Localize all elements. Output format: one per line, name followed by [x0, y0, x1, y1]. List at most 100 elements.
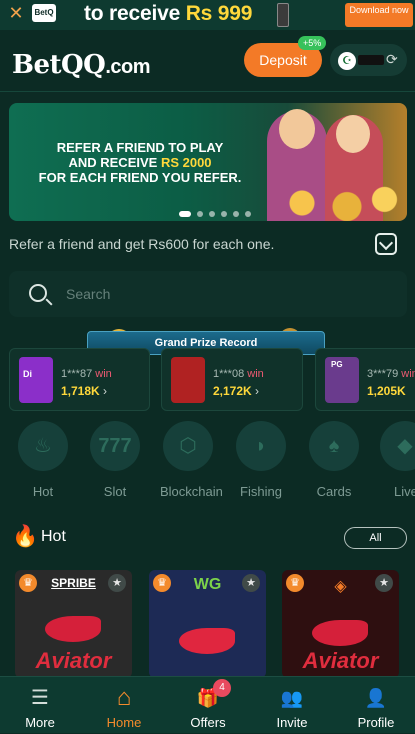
carousel-dot[interactable]: [179, 211, 191, 217]
slot-777-icon: 777: [98, 435, 132, 457]
logo-main: BetQQ: [12, 50, 106, 80]
winner-user-id: 1***08: [213, 368, 245, 380]
game-card-aviator[interactable]: ◈ Aviator ♛ ★: [282, 570, 399, 678]
banner-line-1: REFER A FRIEND TO PLAY: [56, 140, 224, 155]
category-label: Slot: [103, 484, 127, 499]
favorite-star-icon[interactable]: ★: [375, 574, 393, 592]
thumb-label: Di: [23, 369, 32, 379]
favorite-star-icon[interactable]: ★: [108, 574, 126, 592]
nav-invite[interactable]: 👥 Invite: [257, 677, 327, 734]
carousel-dot[interactable]: [197, 211, 203, 217]
nav-label: More: [25, 715, 55, 730]
search-placeholder: Search: [66, 286, 111, 302]
winner-user: 1***08 win: [213, 368, 264, 380]
winner-user-id: 3***79: [367, 368, 399, 380]
nav-label: Invite: [276, 715, 308, 730]
airplane-icon: [312, 620, 368, 646]
category-hot[interactable]: ♨ Hot: [15, 421, 71, 499]
pakistan-flag-icon: ☪: [338, 52, 356, 70]
winner-amount-value: 2,172K: [213, 384, 252, 398]
winner-amount: 2,172K ›: [213, 384, 259, 398]
banner-amount: RS 2000: [160, 155, 212, 170]
winner-card[interactable]: 1***08 win 2,172K ›: [161, 348, 303, 411]
mail-open-icon[interactable]: [375, 233, 397, 255]
category-circle: ♠: [309, 421, 359, 471]
invite-users-icon: 👥: [280, 688, 304, 708]
bottom-nav: ☰ More ⌂ Home 🎁 4 Offers 👥 Invite 👤 Prof…: [0, 676, 415, 733]
category-live[interactable]: ◆ Live: [380, 421, 415, 499]
category-label: Live: [394, 484, 415, 499]
refer-text: Refer a friend and get Rs600 for each on…: [9, 236, 275, 252]
section-title: Hot: [41, 528, 66, 545]
category-circle: ◗: [236, 421, 286, 471]
carousel-dot[interactable]: [221, 211, 227, 217]
winner-user: 3***79 win: [367, 368, 415, 380]
home-icon: ⌂: [116, 684, 132, 711]
category-circle: ⬡: [163, 421, 213, 471]
promo-strip: ✕ BetQ to receive Rs 999 Download now: [0, 0, 415, 30]
nav-home[interactable]: ⌂ Home: [89, 677, 159, 734]
promo-text-prefix: to receive: [84, 2, 186, 25]
phone-icon: [277, 3, 289, 27]
close-icon[interactable]: ✕: [8, 4, 24, 22]
game-title: Aviator: [35, 648, 112, 673]
search-input[interactable]: Search: [9, 271, 407, 317]
category-label: Hot: [32, 484, 54, 499]
thumb-label: PG: [331, 360, 343, 369]
nav-label: Offers: [190, 715, 226, 730]
nav-more[interactable]: ☰ More: [5, 677, 75, 734]
game-card-aviator[interactable]: SPRIBE Aviator ♛ ★: [15, 570, 132, 678]
winner-amount-value: 1,205K: [367, 384, 406, 398]
win-label: win: [401, 368, 415, 380]
notification-badge: 4: [213, 679, 231, 697]
carousel-dot[interactable]: [209, 211, 215, 217]
winner-user: 1***87 win: [61, 368, 112, 380]
favorite-star-icon[interactable]: ★: [242, 574, 260, 592]
profile-icon: 👤: [364, 688, 388, 708]
winner-card[interactable]: Di 1***87 win 1,718K ›: [9, 348, 150, 411]
promo-banner[interactable]: REFER A FRIEND TO PLAY AND RECEIVE RS 20…: [9, 103, 407, 221]
category-cards[interactable]: ♠ Cards: [306, 421, 362, 499]
promo-text: to receive Rs 999: [84, 2, 252, 26]
winner-amount-value: 1,718K: [61, 384, 100, 398]
winner-amount: 1,205K: [367, 384, 406, 398]
category-label: Fishing: [240, 484, 282, 499]
refresh-icon[interactable]: ⟳: [386, 51, 402, 67]
winner-user-id: 1***87: [61, 368, 93, 380]
logo-suffix: .com: [105, 56, 151, 78]
winner-card[interactable]: PG 3***79 win 1,205K: [315, 348, 415, 411]
category-fishing[interactable]: ◗ Fishing: [233, 421, 289, 499]
nav-profile[interactable]: 👤 Profile: [341, 677, 411, 734]
win-label: win: [247, 368, 264, 380]
carousel-dots[interactable]: [179, 211, 251, 217]
banner-text: REFER A FRIEND TO PLAY AND RECEIVE RS 20…: [25, 140, 255, 185]
game-thumbnail: [171, 357, 205, 403]
airplane-icon: [45, 616, 101, 642]
banner-line-3: FOR EACH FRIEND YOU REFER.: [38, 170, 242, 185]
flame-icon: ♨: [34, 435, 52, 457]
category-blockchain[interactable]: ⬡ Blockchain: [160, 421, 223, 499]
carousel-dot[interactable]: [245, 211, 251, 217]
category-circle: 777: [90, 421, 140, 471]
category-circle: ◆: [380, 421, 415, 471]
nav-label: Profile: [357, 715, 395, 730]
category-slot[interactable]: 777 Slot: [87, 421, 143, 499]
game-card-wg[interactable]: WG ♛ ★: [149, 570, 266, 678]
airplane-icon: [179, 628, 235, 654]
chevron-right-icon: ›: [103, 384, 108, 398]
download-button[interactable]: Download now: [345, 3, 413, 27]
carousel-dot[interactable]: [233, 211, 239, 217]
blockchain-cube-icon: ⬡: [179, 435, 197, 457]
balance-hidden: [358, 55, 384, 65]
search-icon: [29, 284, 47, 302]
live-icon: ◆: [397, 435, 413, 457]
view-all-button[interactable]: All: [344, 527, 407, 549]
site-logo[interactable]: BetQQ.com: [12, 50, 151, 80]
coins-illustration: [257, 185, 407, 221]
promo-amount: Rs 999: [185, 2, 253, 25]
header-divider: [0, 91, 415, 92]
nav-label: Home: [106, 715, 142, 730]
nav-offers[interactable]: 🎁 4 Offers: [173, 677, 243, 734]
win-label: win: [95, 368, 112, 380]
flame-icon: 🔥: [12, 525, 39, 548]
